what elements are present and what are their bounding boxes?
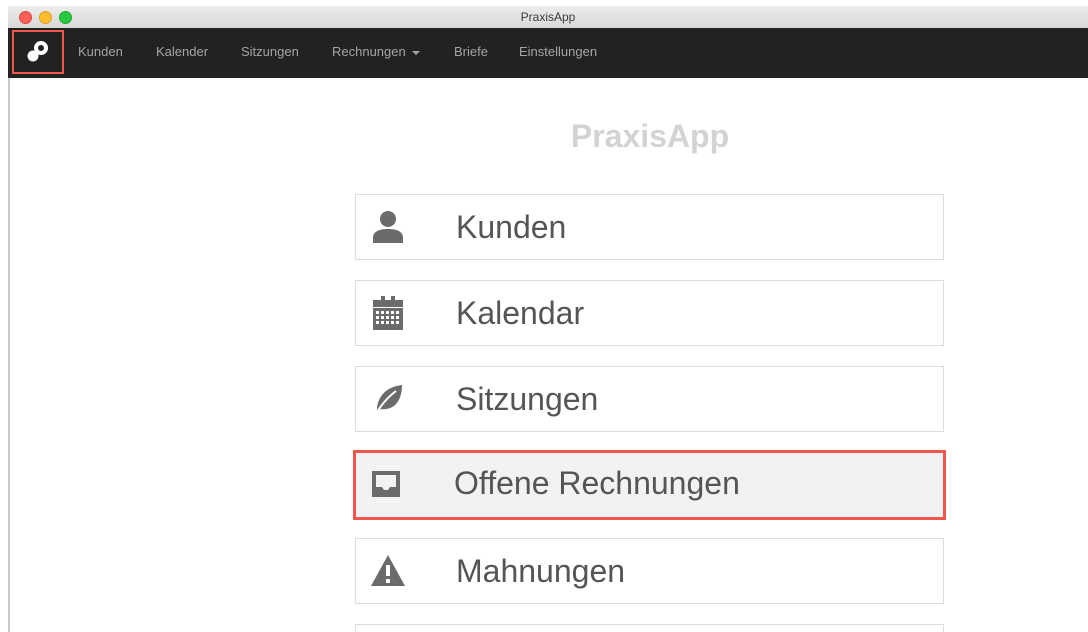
warning-icon (368, 551, 408, 591)
tile-kalendar[interactable]: Kalendar (355, 280, 944, 346)
brand-home-button[interactable] (12, 30, 64, 74)
tile-sitzungen-label: Sitzungen (456, 381, 599, 417)
nav-rechnungen-dropdown[interactable]: Rechnungen (332, 44, 420, 59)
calendar-icon (368, 293, 408, 333)
window-titlebar: PraxisApp (8, 6, 1088, 29)
page-title: PraxisApp (570, 118, 730, 154)
nav-kalender[interactable]: Kalender (156, 44, 208, 59)
nav-kunden[interactable]: Kunden (78, 44, 123, 59)
tile-mahnungen[interactable]: Mahnungen (355, 538, 944, 604)
top-navbar: Kunden Kalender Sitzungen Rechnungen Bri… (8, 28, 1088, 78)
leaf-icon (368, 379, 408, 419)
nav-briefe[interactable]: Briefe (454, 44, 488, 59)
window-left-border (8, 78, 10, 632)
user-icon (368, 207, 408, 247)
nav-sitzungen[interactable]: Sitzungen (241, 44, 299, 59)
tile-kalendar-label: Kalendar (456, 295, 585, 331)
tile-kunden-label: Kunden (456, 209, 567, 245)
tile-offene-rechnungen[interactable]: Offene Rechnungen (353, 450, 946, 520)
tile-kunden[interactable]: Kunden (355, 194, 944, 260)
window-title: PraxisApp (520, 10, 576, 24)
tile-next-partial[interactable] (355, 624, 944, 632)
nav-einstellungen[interactable]: Einstellungen (519, 44, 597, 59)
caret-down-icon (411, 50, 420, 55)
app-logo-icon (27, 41, 48, 62)
inbox-icon (366, 463, 406, 503)
tile-sitzungen[interactable]: Sitzungen (355, 366, 944, 432)
nav-rechnungen-label: Rechnungen (332, 44, 406, 59)
tile-mahnungen-label: Mahnungen (456, 553, 626, 589)
tile-offene-rechnungen-label: Offene Rechnungen (454, 465, 740, 501)
